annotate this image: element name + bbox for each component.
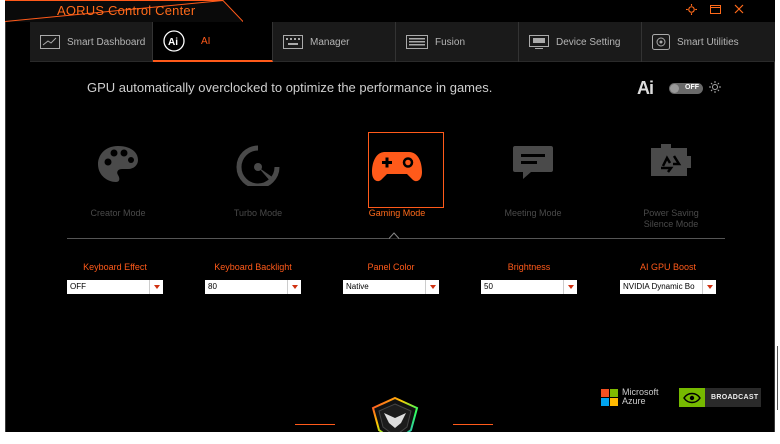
mode-description: GPU automatically overclocked to optimiz…: [87, 80, 493, 95]
mode-meeting[interactable]: Meeting Mode: [478, 130, 588, 230]
tab-label: Smart Utilities: [677, 36, 739, 48]
speedometer-icon: [235, 144, 281, 191]
monitor-icon: [529, 35, 549, 49]
mode-label: Gaming Mode: [368, 208, 426, 218]
ai-toggle-area: Ai OFF: [637, 78, 721, 99]
chevron-down-icon: [702, 280, 716, 294]
keyboard-backlight-select[interactable]: 80: [205, 280, 301, 294]
ai-gpu-boost-select[interactable]: NVIDIA Dynamic Bo: [620, 280, 716, 294]
select-value: NVIDIA Dynamic Bo: [623, 282, 695, 291]
tab-label: Fusion: [435, 36, 466, 48]
microsoft-azure-text: Microsoft Azure: [622, 388, 659, 406]
toggle-knob: [670, 84, 679, 93]
close-icon[interactable]: [733, 3, 745, 15]
setting-label: Keyboard Backlight: [214, 262, 292, 272]
setting-label: AI GPU Boost: [639, 262, 697, 272]
aorus-eagle-emblem-icon: [371, 396, 419, 432]
window-controls: [685, 3, 745, 15]
dashboard-icon: [40, 35, 60, 49]
keyboard-manager-icon: [283, 35, 303, 49]
chat-icon: [511, 144, 555, 185]
selected-mode-pointer: [389, 232, 399, 239]
bottom-accent-line: [295, 424, 335, 425]
app-window: AORUS Control Center Smart Dashboard Ai: [5, 0, 775, 432]
app-title: AORUS Control Center: [57, 3, 196, 18]
mode-selector: Creator Mode Turbo Mode Gaming Mode Meet…: [35, 130, 755, 240]
tab-device-setting[interactable]: Device Setting: [519, 22, 642, 62]
window-border: [774, 0, 775, 432]
azure-text: Azure: [622, 396, 646, 406]
setting-keyboard-effect: Keyboard Effect OFF: [67, 262, 163, 294]
ai-toggle-switch[interactable]: OFF: [669, 83, 703, 94]
mode-power-saving[interactable]: Power Saving Silence Mode: [616, 130, 726, 230]
setting-brightness: Brightness 50: [481, 262, 577, 294]
mode-turbo[interactable]: Turbo Mode: [203, 130, 313, 230]
gamepad-icon: [371, 150, 423, 189]
nvidia-broadcast-logo: BROADCAST: [679, 388, 761, 407]
tab-label: AI: [201, 35, 211, 47]
utilities-icon: [652, 34, 670, 50]
settings-icon[interactable]: [685, 3, 697, 15]
brightness-icon[interactable]: [709, 80, 721, 98]
panel-color-select[interactable]: Native: [343, 280, 439, 294]
mode-settings: Keyboard Effect OFF Keyboard Backlight 8…: [5, 262, 775, 302]
tab-label: Device Setting: [556, 36, 621, 48]
mode-label: Power Saving Silence Mode: [643, 208, 699, 229]
toggle-state: OFF: [685, 84, 699, 91]
battery-recycle-icon: [649, 144, 693, 183]
setting-panel-color: Panel Color Native: [343, 262, 439, 294]
ai-logo: Ai: [637, 78, 654, 98]
microsoft-azure-logo: Microsoft Azure: [601, 388, 659, 406]
main-nav: Smart Dashboard Ai AI Manager Fusion Dev…: [30, 22, 775, 62]
nvidia-eye-icon: [679, 388, 705, 407]
chevron-down-icon: [425, 280, 439, 294]
window-border: [5, 0, 6, 432]
mode-creator[interactable]: Creator Mode: [63, 130, 173, 230]
bottom-accent-line: [453, 424, 493, 425]
tab-manager[interactable]: Manager: [273, 22, 396, 62]
chevron-down-icon: [149, 280, 163, 294]
svg-text:Ai: Ai: [168, 37, 178, 48]
setting-ai-gpu-boost: AI GPU Boost NVIDIA Dynamic Bo: [620, 262, 716, 294]
select-value: 80: [208, 282, 217, 291]
mode-label: Meeting Mode: [504, 208, 562, 218]
setting-label: Panel Color: [367, 262, 415, 272]
tab-label: Smart Dashboard: [67, 36, 146, 48]
keyboard-effect-select[interactable]: OFF: [67, 280, 163, 294]
mode-label: Turbo Mode: [233, 208, 283, 218]
setting-label: Keyboard Effect: [83, 262, 147, 272]
select-value: 50: [484, 282, 493, 291]
ai-icon: Ai: [163, 30, 185, 52]
restore-icon[interactable]: [709, 3, 721, 15]
chevron-down-icon: [287, 280, 301, 294]
palette-icon: [96, 144, 140, 189]
tab-fusion[interactable]: Fusion: [396, 22, 519, 62]
chevron-down-icon: [563, 280, 577, 294]
mode-label: Creator Mode: [90, 208, 146, 218]
microsoft-logo-icon: [601, 388, 618, 406]
tab-smart-dashboard[interactable]: Smart Dashboard: [30, 22, 153, 62]
tab-ai[interactable]: Ai AI: [153, 22, 273, 62]
scrollbar[interactable]: [777, 346, 778, 410]
brightness-select[interactable]: 50: [481, 280, 577, 294]
tab-label: Manager: [310, 36, 350, 48]
keyboard-fusion-icon: [406, 35, 428, 49]
title-bar[interactable]: AORUS Control Center: [5, 0, 775, 22]
select-value: Native: [346, 282, 369, 291]
setting-label: Brightness: [507, 262, 551, 272]
tab-smart-utilities[interactable]: Smart Utilities: [642, 22, 775, 62]
setting-keyboard-backlight: Keyboard Backlight 80: [205, 262, 301, 294]
broadcast-text: BROADCAST: [711, 394, 759, 401]
select-value: OFF: [70, 282, 86, 291]
mode-gaming[interactable]: Gaming Mode: [342, 130, 452, 230]
